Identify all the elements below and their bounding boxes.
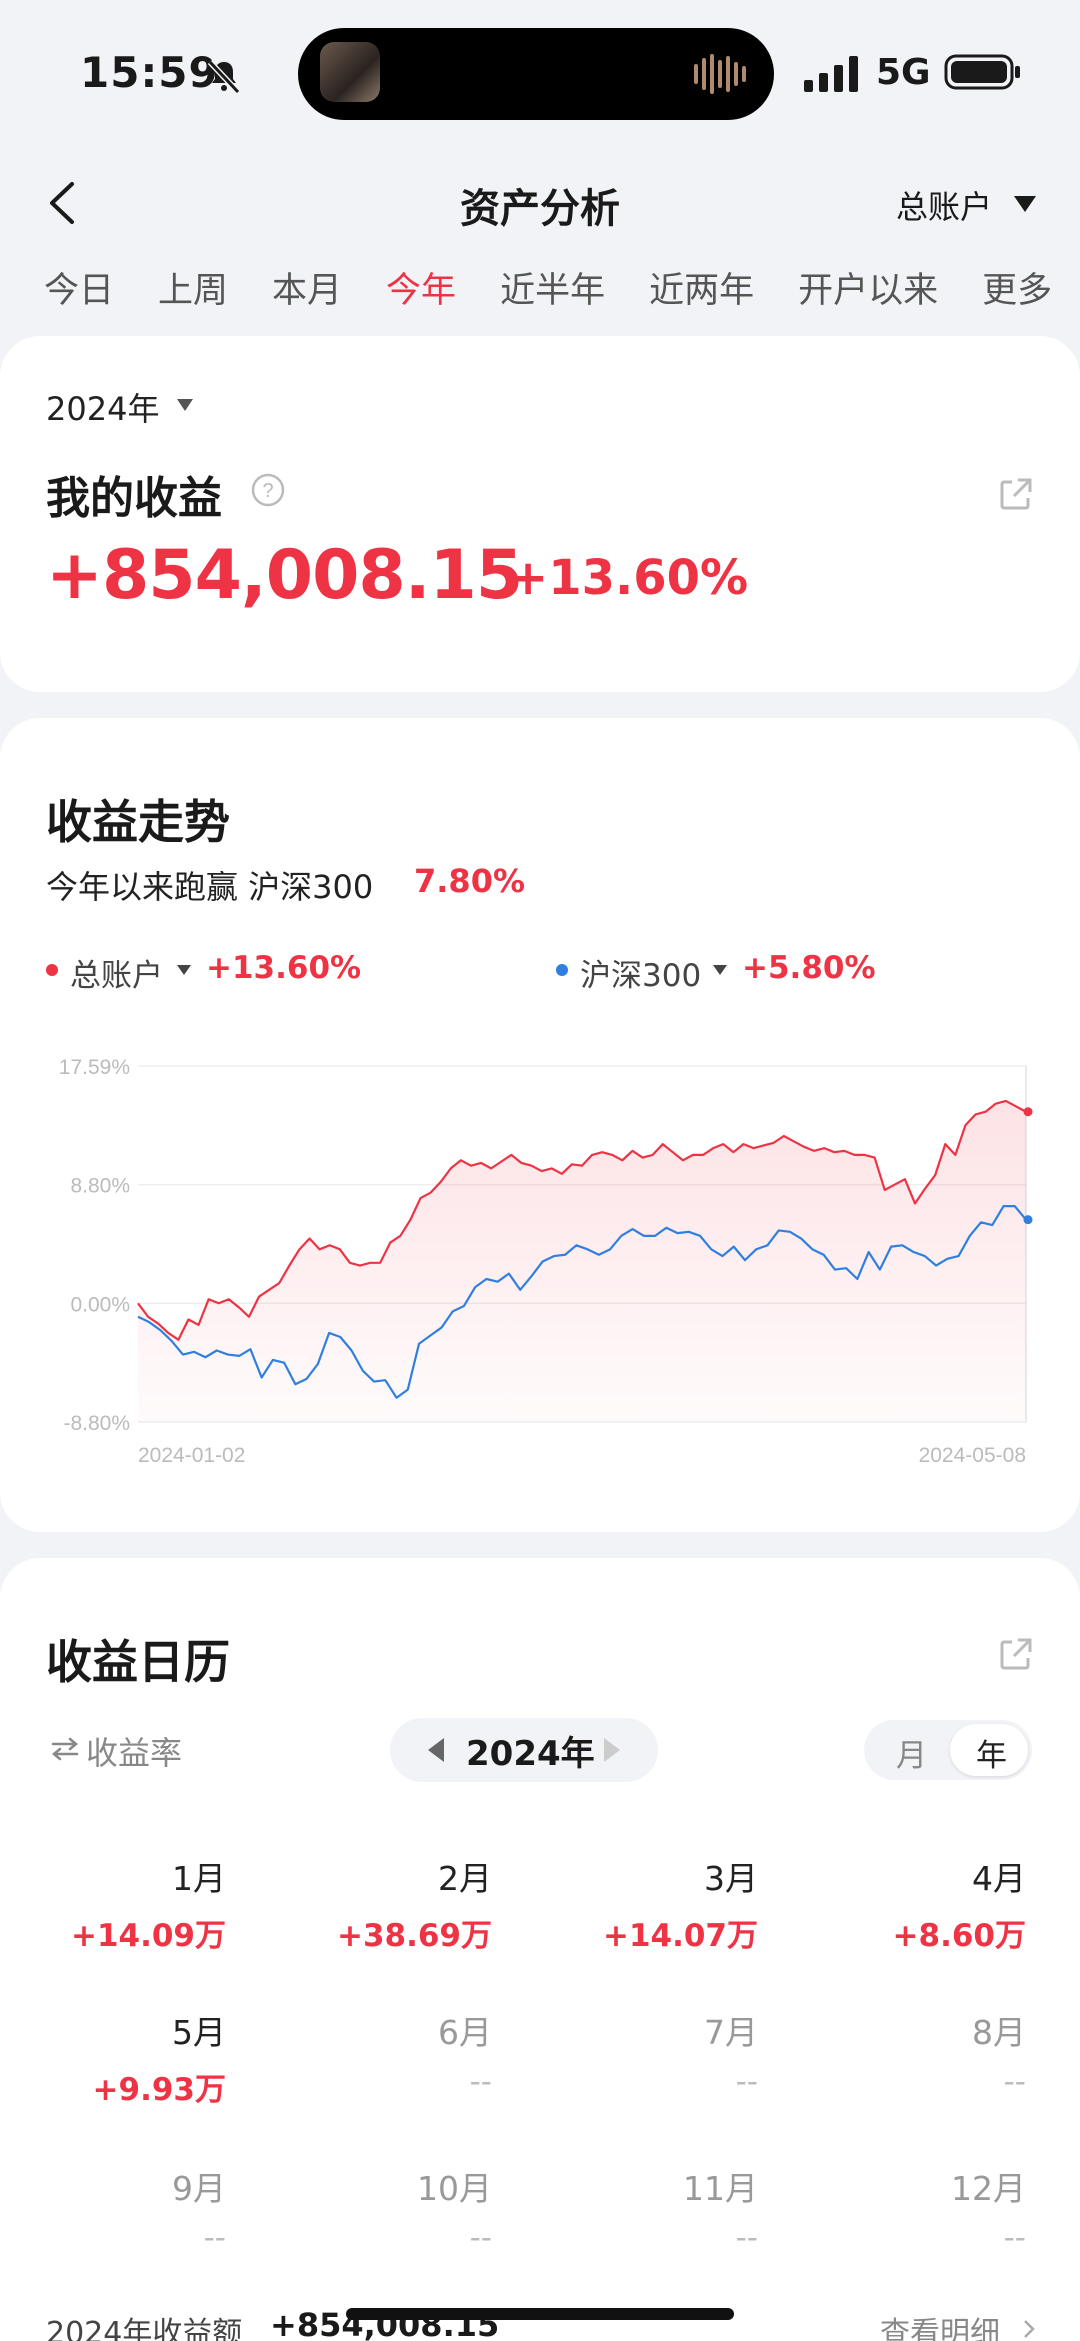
period-tabs: 今日 上周 本月 今年 近半年 近两年 开户以来 更多 bbox=[44, 262, 1080, 312]
tab-2[interactable]: 本月 bbox=[272, 262, 342, 312]
month-name: 8月 bbox=[972, 2013, 1026, 2052]
month-cell[interactable]: 5月 +9.93万 bbox=[26, 2006, 226, 2109]
month-name: 7月 bbox=[704, 2013, 758, 2052]
month-cell[interactable]: 3月 +14.07万 bbox=[558, 1852, 758, 1955]
month-name: 2月 bbox=[438, 1859, 492, 1898]
calendar-year: 2024年 bbox=[466, 1734, 595, 1774]
month-cell[interactable]: 4月 +8.60万 bbox=[826, 1852, 1026, 1955]
month-cell: 9月 -- bbox=[26, 2162, 226, 2256]
beat-benchmark-pct: 7.80% bbox=[414, 862, 526, 900]
tab-5[interactable]: 近两年 bbox=[649, 262, 754, 312]
next-year-icon[interactable] bbox=[602, 1736, 622, 1764]
legend-benchmark-pct: +5.80% bbox=[742, 950, 876, 986]
month-cell: 12月 -- bbox=[826, 2162, 1026, 2256]
month-cell: 11月 -- bbox=[558, 2162, 758, 2256]
tab-3[interactable]: 今年 bbox=[386, 262, 456, 312]
home-indicator[interactable] bbox=[346, 2308, 734, 2320]
series-end-point-1 bbox=[1023, 1215, 1033, 1225]
year-selector[interactable]: 2024年 bbox=[46, 384, 159, 430]
month-cell: 8月 -- bbox=[826, 2006, 1026, 2100]
network-type: 5G bbox=[876, 52, 931, 93]
audio-waveform-icon bbox=[694, 54, 746, 94]
month-value: -- bbox=[735, 2220, 758, 2256]
income-trend-chart[interactable]: 17.59% 8.80% 0.00% -8.80% 2024-01-02 2024-05-… bbox=[40, 1040, 1050, 1480]
y-tick-label: 8.80% bbox=[70, 1175, 130, 1198]
month-name: 4月 bbox=[972, 1859, 1026, 1898]
month-cell: 7月 -- bbox=[558, 2006, 758, 2100]
month-value: +14.09万 bbox=[70, 1918, 226, 1954]
month-name: 9月 bbox=[172, 2169, 226, 2208]
month-name: 1月 bbox=[172, 1859, 226, 1898]
prev-year-icon[interactable] bbox=[426, 1736, 446, 1764]
swap-icon[interactable] bbox=[50, 1736, 80, 1762]
legend-account-pct: +13.60% bbox=[206, 950, 362, 986]
month-value: +9.93万 bbox=[92, 2072, 226, 2108]
y-tick-label: 17.59% bbox=[59, 1056, 130, 1079]
my-income-label: 我的收益 bbox=[46, 473, 222, 524]
month-name: 5月 bbox=[172, 2013, 226, 2052]
month-value: -- bbox=[735, 2064, 758, 2100]
year-total-label: 2024年收益额 bbox=[46, 2316, 243, 2341]
month-name: 10月 bbox=[417, 2169, 492, 2208]
tab-0[interactable]: 今日 bbox=[44, 262, 114, 312]
chevron-right-icon[interactable] bbox=[1022, 2318, 1036, 2340]
month-name: 11月 bbox=[683, 2169, 758, 2208]
y-tick-label: -8.80% bbox=[63, 1412, 130, 1435]
help-icon[interactable]: ? bbox=[250, 472, 286, 508]
x-start-label: 2024-01-02 bbox=[138, 1444, 245, 1467]
tab-1[interactable]: 上周 bbox=[158, 262, 228, 312]
month-value: -- bbox=[469, 2220, 492, 2256]
month-name: 3月 bbox=[704, 1859, 758, 1898]
month-value: +14.07万 bbox=[602, 1918, 758, 1954]
series-area-fill bbox=[138, 1100, 1026, 1422]
month-value: -- bbox=[1003, 2220, 1026, 2256]
section-title: 收益日历 bbox=[46, 1635, 230, 1689]
share-icon[interactable] bbox=[996, 474, 1036, 514]
series-end-point-0 bbox=[1023, 1107, 1033, 1117]
month-value: -- bbox=[469, 2064, 492, 2100]
battery-icon bbox=[944, 54, 1020, 90]
view-details-link[interactable]: 查看明细 bbox=[880, 2308, 1000, 2341]
now-playing-artwork[interactable] bbox=[320, 42, 380, 102]
caret-down-icon[interactable] bbox=[1014, 196, 1036, 212]
share-icon[interactable] bbox=[996, 1634, 1036, 1674]
month-value: +38.69万 bbox=[336, 1918, 492, 1954]
status-time: 15:59 bbox=[80, 48, 219, 97]
bell-muted-icon bbox=[207, 59, 241, 95]
beat-benchmark-text: 今年以来跑赢 沪深300 bbox=[46, 868, 374, 906]
account-selector[interactable]: 总账户 bbox=[896, 182, 992, 228]
month-value: -- bbox=[203, 2220, 226, 2256]
month-cell: 6月 -- bbox=[292, 2006, 492, 2100]
month-value: -- bbox=[1003, 2064, 1026, 2100]
tab-6[interactable]: 开户以来 bbox=[798, 262, 938, 312]
signal-icon bbox=[804, 56, 858, 92]
section-title: 收益走势 bbox=[46, 795, 230, 849]
month-name: 6月 bbox=[438, 2013, 492, 2052]
income-amount: +854,008.15 bbox=[46, 536, 523, 615]
month-cell: 10月 -- bbox=[292, 2162, 492, 2256]
legend-benchmark-label[interactable]: 沪深300 bbox=[580, 950, 701, 995]
legend-dot-account bbox=[46, 964, 58, 976]
y-tick-label: 0.00% bbox=[70, 1293, 130, 1316]
tab-7[interactable]: 更多 bbox=[982, 262, 1052, 312]
svg-text:?: ? bbox=[262, 480, 273, 502]
segment-year[interactable]: 年 bbox=[976, 1730, 1007, 1775]
metric-toggle-label[interactable]: 收益率 bbox=[86, 1728, 182, 1774]
caret-down-icon[interactable] bbox=[712, 964, 728, 976]
legend-account-label[interactable]: 总账户 bbox=[70, 950, 163, 995]
caret-down-icon[interactable] bbox=[176, 398, 194, 412]
legend-dot-benchmark bbox=[556, 964, 568, 976]
x-end-label: 2024-05-08 bbox=[919, 1444, 1026, 1467]
caret-down-icon[interactable] bbox=[176, 964, 192, 976]
month-name: 12月 bbox=[951, 2169, 1026, 2208]
month-cell[interactable]: 1月 +14.09万 bbox=[26, 1852, 226, 1955]
segment-month[interactable]: 月 bbox=[896, 1730, 927, 1775]
month-value: +8.60万 bbox=[892, 1918, 1026, 1954]
tab-4[interactable]: 近半年 bbox=[500, 262, 605, 312]
income-percent: +13.60% bbox=[508, 550, 749, 606]
month-cell[interactable]: 2月 +38.69万 bbox=[292, 1852, 492, 1955]
